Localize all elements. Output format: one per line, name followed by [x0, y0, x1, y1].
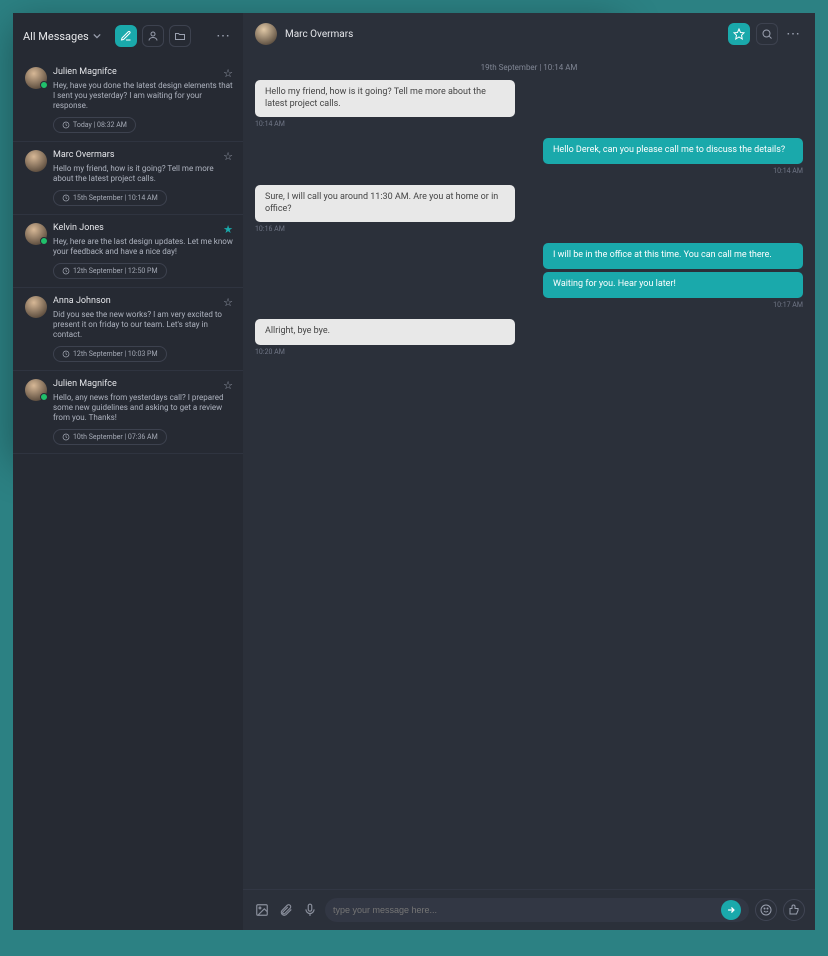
clock-icon	[62, 121, 70, 129]
conversation-name: Julien Magnifce	[53, 67, 117, 77]
chat-bubble: Sure, I will call you around 11:30 AM. A…	[255, 185, 515, 222]
chat-bubble: Hello my friend, how is it going? Tell m…	[255, 80, 515, 117]
conversation-preview: Hello, any news from yesterdays call? I …	[53, 393, 233, 423]
chevron-down-icon	[93, 32, 101, 40]
conversation-avatar	[25, 223, 47, 245]
conversation-name: Kelvin Jones	[53, 223, 104, 233]
clock-icon	[62, 267, 70, 275]
conversation-preview: Hey, here are the last design updates. L…	[53, 237, 233, 257]
clock-icon	[62, 194, 70, 202]
conversation-name: Julien Magnifce	[53, 379, 117, 389]
chat-panel: Marc Overmars ⋯ 19th September | 10:14 A…	[243, 13, 622, 454]
conversation-avatar	[25, 150, 47, 172]
conversation-timestamp: Today | 08:32 AM	[53, 117, 136, 133]
conversation-name: Marc Overmars	[53, 150, 114, 160]
conversation-preview: Did you see the new works? I am very exc…	[53, 310, 233, 340]
message-list-title[interactable]: All Messages	[23, 30, 101, 43]
compose-button[interactable]	[115, 25, 137, 47]
conversation-star-button[interactable]: ☆	[223, 67, 233, 80]
conversation-avatar	[25, 67, 47, 89]
message-timestamp: 10:17 AM	[255, 301, 622, 309]
message-timestamp: 10:14 AM	[255, 167, 622, 175]
compose-icon	[120, 30, 132, 42]
message-timestamp: 10:14 AM	[255, 120, 622, 128]
conversation-item[interactable]: Marc Overmars ☆ Hello my friend, how is …	[13, 142, 243, 215]
chat-bubble: Hello Derek, can you please call me to d…	[543, 138, 622, 164]
conversation-timestamp: 10th September | 07:36 AM	[53, 429, 167, 445]
conversation-star-button[interactable]: ☆	[223, 150, 233, 163]
conversation-preview: Hello my friend, how is it going? Tell m…	[53, 164, 233, 184]
conversation-timestamp: 12th September | 10:03 PM	[53, 346, 167, 362]
clock-icon	[62, 350, 70, 358]
conversation-avatar	[25, 379, 47, 401]
conversation-timestamp: 12th September | 12:50 PM	[53, 263, 167, 279]
conversation-star-button[interactable]: ☆	[223, 379, 233, 392]
chat-bubble: I will be in the office at this time. Yo…	[543, 243, 622, 269]
conversation-timestamp: 15th September | 10:14 AM	[53, 190, 167, 206]
conversation-name: Anna Johnson	[53, 296, 111, 306]
chat-partner-name: Marc Overmars	[285, 29, 353, 40]
conversation-star-button[interactable]: ☆	[223, 296, 233, 309]
conversation-item[interactable]: Julien Magnifce ☆ Hello, any news from y…	[13, 371, 243, 454]
conversation-avatar	[25, 296, 47, 318]
folder-icon	[174, 30, 186, 42]
message-timestamp: 10:16 AM	[255, 225, 622, 233]
conversation-list: All Messages ⋯ Julien Magnifce ☆	[13, 13, 243, 454]
conversation-item[interactable]: Kelvin Jones ★ Hey, here are the last de…	[13, 215, 243, 288]
conversation-star-button[interactable]: ★	[223, 223, 233, 236]
chat-partner-avatar[interactable]	[255, 23, 277, 45]
conversation-preview: Hey, have you done the latest design ele…	[53, 81, 233, 111]
chat-date-chip: 19th September | 10:14 AM	[255, 63, 622, 72]
folder-button[interactable]	[169, 25, 191, 47]
message-timestamp: 10:20 AM	[255, 348, 622, 356]
list-more-button[interactable]: ⋯	[214, 28, 233, 44]
messaging-card: All Messages ⋯ Julien Magnifce ☆	[13, 13, 622, 454]
clock-icon	[62, 433, 70, 441]
conversation-item[interactable]: Julien Magnifce ☆ Hey, have you done the…	[13, 59, 243, 142]
chat-bubble: Allright, bye bye.	[255, 319, 515, 345]
contacts-button[interactable]	[142, 25, 164, 47]
chat-bubble: Waiting for you. Hear you later!	[543, 272, 622, 298]
conversation-item[interactable]: Anna Johnson ☆ Did you see the new works…	[13, 288, 243, 371]
person-icon	[147, 30, 159, 42]
